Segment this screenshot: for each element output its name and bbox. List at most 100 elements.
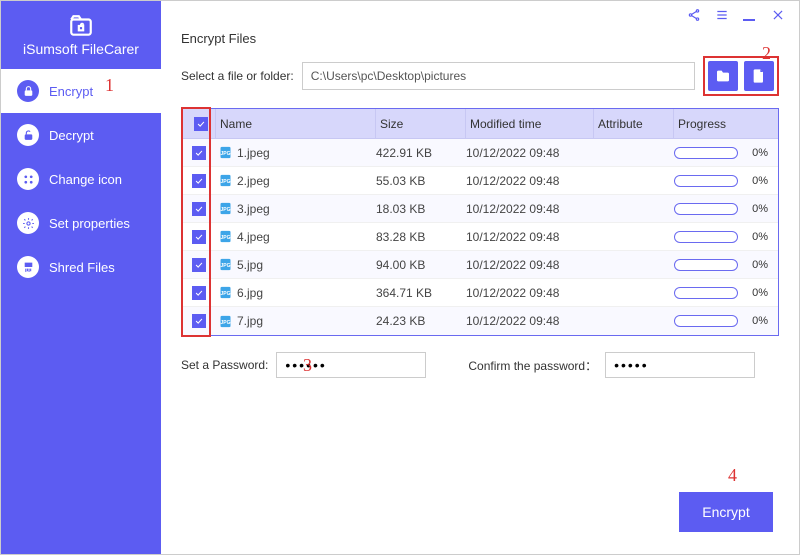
header-name[interactable]: Name: [216, 109, 376, 138]
unlock-icon: [17, 124, 39, 146]
close-icon[interactable]: [771, 8, 785, 22]
header-size[interactable]: Size: [376, 109, 466, 138]
table-header: Name Size Modified time Attribute Progre…: [182, 109, 778, 139]
cell-progress: 0%: [674, 175, 778, 187]
cell-progress: 0%: [674, 203, 778, 215]
cell-name: JPG1.jpeg: [216, 145, 376, 160]
minimize-icon[interactable]: [743, 8, 757, 22]
jpg-icon: JPG: [218, 285, 233, 300]
browse-folder-button[interactable]: [708, 61, 738, 91]
row-checkbox[interactable]: [192, 146, 206, 160]
encrypt-button[interactable]: Encrypt: [679, 492, 773, 532]
brand-icon: [68, 13, 94, 39]
brand: iSumsoft FileCarer: [1, 1, 161, 69]
row-checkbox[interactable]: [192, 202, 206, 216]
cell-size: 18.03 KB: [376, 202, 466, 216]
header-attr[interactable]: Attribute: [594, 109, 674, 138]
folder-icon: [715, 68, 731, 84]
sidebar-item-encrypt[interactable]: Encrypt: [1, 69, 161, 113]
cell-name: JPG6.jpg: [216, 285, 376, 300]
jpg-icon: JPG: [218, 201, 233, 216]
sidebar-item-label: Encrypt: [49, 84, 93, 99]
browse-buttons-group: [703, 56, 779, 96]
cell-time: 10/12/2022 09:48: [466, 146, 594, 160]
sidebar: iSumsoft FileCarer Encrypt Decrypt Chang…: [1, 1, 161, 554]
brand-text: iSumsoft FileCarer: [23, 41, 139, 57]
main: Encrypt Files Select a file or folder: N…: [161, 1, 799, 554]
cell-progress: 0%: [674, 259, 778, 271]
cell-time: 10/12/2022 09:48: [466, 202, 594, 216]
cell-progress: 0%: [674, 231, 778, 243]
row-checkbox[interactable]: [192, 286, 206, 300]
share-icon[interactable]: [687, 8, 701, 22]
cell-name: JPG5.jpg: [216, 257, 376, 272]
lock-icon: [17, 80, 39, 102]
table-row[interactable]: JPG6.jpg364.71 KB10/12/2022 09:48 0%: [182, 279, 778, 307]
row-checkbox[interactable]: [192, 230, 206, 244]
svg-text:JPG: JPG: [220, 235, 230, 241]
svg-text:JPG: JPG: [220, 263, 230, 269]
cell-size: 364.71 KB: [376, 286, 466, 300]
sidebar-item-shred-files[interactable]: Shred Files: [1, 245, 161, 289]
nav: Encrypt Decrypt Change icon Set properti…: [1, 69, 161, 289]
path-row: Select a file or folder:: [161, 56, 799, 108]
jpg-icon: JPG: [218, 257, 233, 272]
sidebar-item-label: Set properties: [49, 216, 130, 231]
cell-name: JPG2.jpeg: [216, 173, 376, 188]
cell-time: 10/12/2022 09:48: [466, 230, 594, 244]
cell-progress: 0%: [674, 287, 778, 299]
header-time[interactable]: Modified time: [466, 109, 594, 138]
shred-icon: [17, 256, 39, 278]
svg-text:JPG: JPG: [220, 320, 230, 326]
cell-size: 422.91 KB: [376, 146, 466, 160]
sidebar-item-label: Decrypt: [49, 128, 94, 143]
table-row[interactable]: JPG2.jpeg55.03 KB10/12/2022 09:48 0%: [182, 167, 778, 195]
row-checkbox[interactable]: [192, 174, 206, 188]
sidebar-item-decrypt[interactable]: Decrypt: [1, 113, 161, 157]
titlebar: [161, 1, 799, 29]
jpg-icon: JPG: [218, 314, 233, 329]
password-row: Set a Password: Confirm the password：: [161, 336, 799, 378]
confirm-password-label: Confirm the password：: [468, 357, 597, 374]
gear-icon: [17, 212, 39, 234]
table-body: JPG1.jpeg422.91 KB10/12/2022 09:480%JPG2…: [182, 139, 778, 335]
cell-progress: 0%: [674, 315, 778, 327]
cell-size: 83.28 KB: [376, 230, 466, 244]
cell-size: 94.00 KB: [376, 258, 466, 272]
grid-icon: [17, 168, 39, 190]
sidebar-item-label: Change icon: [49, 172, 122, 187]
svg-text:JPG: JPG: [220, 291, 230, 297]
path-input[interactable]: [302, 62, 695, 90]
sidebar-item-change-icon[interactable]: Change icon: [1, 157, 161, 201]
path-label: Select a file or folder:: [181, 69, 294, 83]
table-row[interactable]: JPG3.jpeg18.03 KB10/12/2022 09:48 0%: [182, 195, 778, 223]
table-row[interactable]: JPG5.jpg94.00 KB10/12/2022 09:48 0%: [182, 251, 778, 279]
file-table: Name Size Modified time Attribute Progre…: [181, 108, 779, 336]
table-row[interactable]: JPG7.jpg24.23 KB10/12/2022 09:480%: [182, 307, 778, 335]
browse-file-button[interactable]: [744, 61, 774, 91]
cell-size: 24.23 KB: [376, 314, 466, 328]
header-prog[interactable]: Progress: [674, 109, 778, 138]
table-row[interactable]: JPG4.jpeg83.28 KB10/12/2022 09:480%: [182, 223, 778, 251]
svg-text:JPG: JPG: [220, 151, 230, 157]
select-all-checkbox[interactable]: [194, 117, 208, 131]
row-checkbox[interactable]: [192, 314, 206, 328]
annotation-4: 4: [728, 465, 737, 486]
set-password-label: Set a Password:: [181, 358, 268, 372]
confirm-password-input[interactable]: [605, 352, 755, 378]
jpg-icon: JPG: [218, 145, 233, 160]
cell-time: 10/12/2022 09:48: [466, 174, 594, 188]
cell-time: 10/12/2022 09:48: [466, 286, 594, 300]
menu-icon[interactable]: [715, 8, 729, 22]
cell-time: 10/12/2022 09:48: [466, 258, 594, 272]
row-checkbox[interactable]: [192, 258, 206, 272]
cell-size: 55.03 KB: [376, 174, 466, 188]
sidebar-item-set-properties[interactable]: Set properties: [1, 201, 161, 245]
table-row[interactable]: JPG1.jpeg422.91 KB10/12/2022 09:48 0%: [182, 139, 778, 167]
cell-progress: 0%: [674, 147, 778, 159]
set-password-input[interactable]: [276, 352, 426, 378]
svg-text:JPG: JPG: [220, 207, 230, 213]
file-icon: [751, 68, 767, 84]
sidebar-item-label: Shred Files: [49, 260, 115, 275]
cell-name: JPG3.jpeg: [216, 201, 376, 216]
